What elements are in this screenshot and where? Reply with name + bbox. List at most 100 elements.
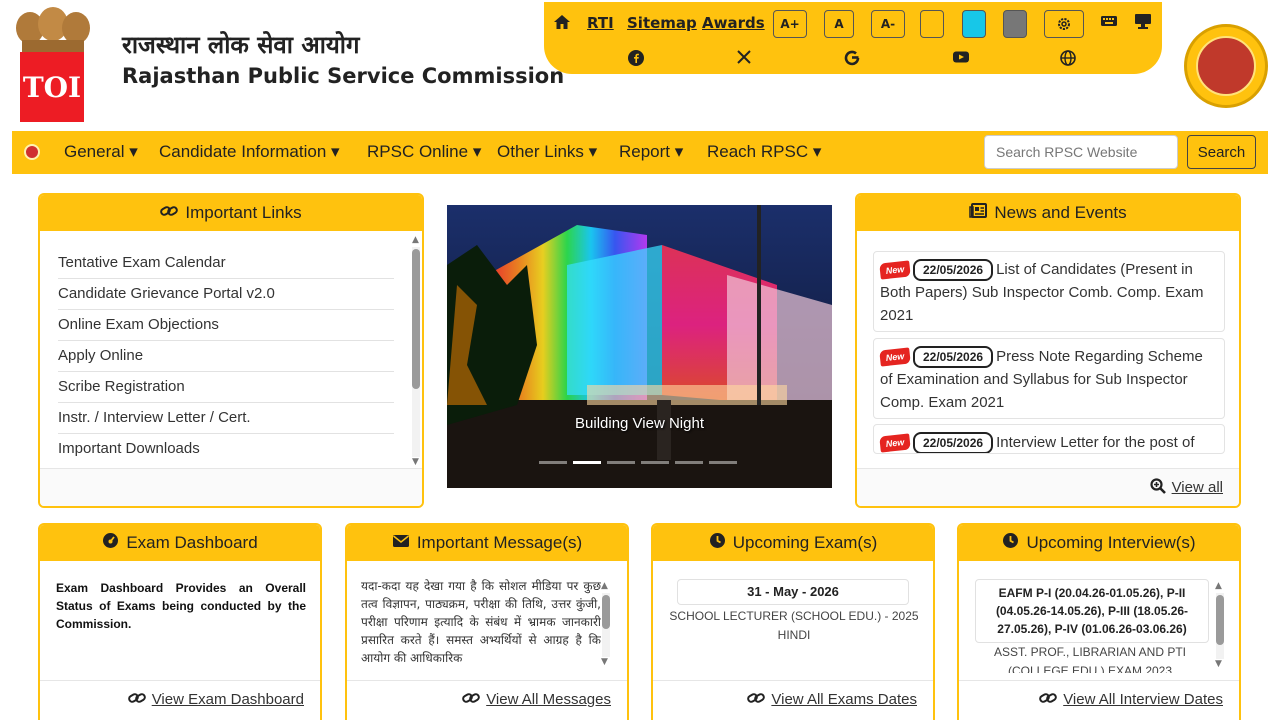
link-icon [1039, 690, 1058, 710]
links-scrollbar[interactable] [412, 247, 420, 457]
rpsc-seal-logo [1184, 24, 1268, 108]
link-item[interactable]: Important Downloads [58, 434, 394, 465]
link-item[interactable]: Scribe Registration [58, 372, 394, 403]
font-increase-button[interactable]: A+ [773, 10, 807, 38]
dashboard-gauge-icon [102, 532, 119, 554]
upcoming-exams-card: Upcoming Exam(s) 31 - May - 2026 SCHOOL … [651, 523, 935, 720]
home-nav-icon[interactable] [24, 144, 40, 160]
newspaper-icon [969, 203, 988, 223]
main-navbar: General ▾ Candidate Information ▾ RPSC O… [12, 131, 1268, 174]
view-all-news-link[interactable]: View all [1172, 479, 1223, 496]
important-links-card: Important Links Tentative Exam Calendar … [38, 193, 424, 508]
nav-general[interactable]: General ▾ [64, 142, 138, 162]
upcoming-exams-footer: View All Exams Dates [653, 680, 933, 718]
new-badge: New [879, 260, 911, 280]
news-date: 22/05/2026 [913, 259, 994, 282]
important-messages-footer: View All Messages [347, 680, 627, 718]
news-item[interactable]: New 22/05/2026 Press Note Regarding Scheme… [873, 338, 1225, 420]
view-all-messages-link[interactable]: View All Messages [486, 691, 611, 708]
exam-dashboard-header: Exam Dashboard [40, 525, 320, 561]
carousel-dot-active[interactable] [573, 461, 601, 464]
upcoming-interviews-card: Upcoming Interview(s) EAFM P-I (20.04.26… [957, 523, 1241, 720]
search-plus-icon [1149, 477, 1166, 498]
scroll-down-arrow-icon[interactable]: ▼ [412, 457, 419, 467]
awards-link[interactable]: Awards [702, 14, 765, 32]
site-title-hindi: राजस्थान लोक सेवा आयोग [122, 31, 360, 59]
nav-reach-rpsc[interactable]: Reach RPSC ▾ [707, 142, 821, 162]
clock-icon [1002, 532, 1019, 554]
news-events-header: News and Events [857, 195, 1239, 231]
important-links-header: Important Links [40, 195, 422, 231]
google-icon[interactable] [844, 50, 860, 70]
carousel-dot[interactable] [539, 461, 567, 464]
news-text: Interview Letter for the post of [996, 434, 1195, 451]
theme-gray-button[interactable] [1003, 10, 1027, 38]
important-message-text: यदा-कदा यह देखा गया है कि सोशल मीडिया पर… [361, 579, 601, 665]
keyboard-icon[interactable] [1100, 13, 1118, 32]
exam-date-box: 31 - May - 2026 [677, 579, 909, 605]
home-icon[interactable] [553, 13, 571, 35]
exam-name: SCHOOL LECTURER (SCHOOL EDU.) - 2025 HIN… [669, 609, 919, 642]
upcoming-interviews-title: Upcoming Interview(s) [1026, 533, 1196, 552]
link-icon [160, 203, 179, 224]
desktop-icon[interactable] [1134, 13, 1152, 33]
top-utility-bar: RTI Sitemap Awards A+ A A- [544, 2, 1162, 74]
scroll-up-arrow-icon[interactable]: ▲ [601, 581, 608, 591]
nav-rpsc-online[interactable]: RPSC Online ▾ [367, 142, 481, 162]
rti-link[interactable]: RTI [587, 14, 614, 32]
link-item[interactable]: Apply Online [58, 341, 394, 372]
important-links-title: Important Links [185, 203, 302, 222]
view-all-interview-dates-link[interactable]: View All Interview Dates [1063, 691, 1223, 708]
news-date: 22/05/2026 [913, 432, 994, 453]
carousel-dot[interactable] [709, 461, 737, 464]
view-all-exams-dates-link[interactable]: View All Exams Dates [771, 691, 917, 708]
scroll-down-arrow-icon[interactable]: ▼ [1215, 659, 1222, 669]
envelope-icon [392, 533, 410, 553]
view-exam-dashboard-link[interactable]: View Exam Dashboard [152, 691, 304, 708]
font-decrease-button[interactable]: A- [871, 10, 905, 38]
scroll-down-arrow-icon[interactable]: ▼ [601, 657, 608, 667]
site-title-english: Rajasthan Public Service Commission [122, 64, 565, 88]
upcoming-interviews-header: Upcoming Interview(s) [959, 525, 1239, 561]
upcoming-exams-title: Upcoming Exam(s) [732, 533, 878, 552]
news-item[interactable]: New 22/05/2026 Interview Letter for the po… [873, 424, 1225, 454]
carousel-dot[interactable] [675, 461, 703, 464]
carousel-dot[interactable] [607, 461, 635, 464]
search-input[interactable] [984, 135, 1178, 169]
scroll-up-arrow-icon[interactable]: ▲ [1215, 581, 1222, 591]
important-links-footer [40, 468, 422, 506]
building-carousel[interactable]: Building View Night [447, 205, 832, 488]
link-item[interactable]: Tentative Exam Calendar [58, 248, 394, 279]
scroll-up-arrow-icon[interactable]: ▲ [412, 235, 419, 245]
messages-scrollbar[interactable] [602, 593, 610, 657]
exam-dashboard-title: Exam Dashboard [126, 533, 258, 552]
settings-gear-icon[interactable] [1044, 10, 1084, 38]
x-twitter-icon[interactable] [737, 50, 751, 68]
toi-badge: TOI [20, 52, 84, 122]
facebook-icon[interactable] [628, 50, 644, 70]
theme-cyan-button[interactable] [962, 10, 986, 38]
youtube-icon[interactable] [952, 50, 970, 68]
nav-other-links[interactable]: Other Links ▾ [497, 142, 597, 162]
globe-language-icon[interactable] [1060, 50, 1076, 70]
nav-report[interactable]: Report ▾ [619, 142, 683, 162]
theme-yellow-button[interactable] [920, 10, 944, 38]
news-events-card: News and Events New 22/05/2026 List of Can… [855, 193, 1241, 508]
important-messages-header: Important Message(s) [347, 525, 627, 561]
sitemap-link[interactable]: Sitemap [627, 14, 697, 32]
nav-candidate-information[interactable]: Candidate Information ▾ [159, 142, 340, 162]
carousel-dot[interactable] [641, 461, 669, 464]
link-item[interactable]: Candidate Grievance Portal v2.0 [58, 279, 394, 310]
news-date: 22/05/2026 [913, 346, 994, 369]
carousel-indicators[interactable] [539, 461, 737, 464]
news-events-title: News and Events [994, 203, 1127, 222]
carousel-caption: Building View Night [575, 415, 704, 432]
interviews-scrollbar[interactable] [1216, 593, 1224, 659]
news-events-footer: View all [857, 468, 1239, 506]
news-item[interactable]: New 22/05/2026 List of Candidates (Present… [873, 251, 1225, 333]
search-button[interactable]: Search [1187, 135, 1256, 169]
upcoming-exams-header: Upcoming Exam(s) [653, 525, 933, 561]
link-item[interactable]: Instr. / Interview Letter / Cert. [58, 403, 394, 434]
font-normal-button[interactable]: A [824, 10, 854, 38]
link-item[interactable]: Online Exam Objections [58, 310, 394, 341]
